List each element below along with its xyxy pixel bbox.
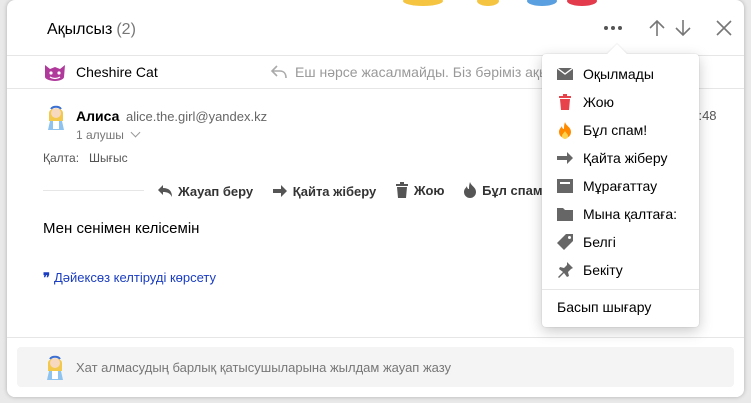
menu-item-label: Басып шығару [557,299,652,315]
divider [43,190,144,191]
close-icon [716,20,732,36]
trash-icon [395,182,408,198]
menu-item-move-to-folder[interactable]: Мына қалтаға: [542,200,699,228]
arrow-up-icon [649,19,665,36]
forward-arrow-icon [557,152,573,164]
folder-info: Қалта: Шығыс [43,151,128,165]
show-quote-link[interactable]: ❞ Дәйексөз келтіруді көрсету [43,270,216,286]
trash-icon [559,94,571,110]
more-button[interactable] [601,16,625,40]
reply-button[interactable]: Жауап беру [157,184,253,199]
quick-reply-area: Хат алмасудың барлық қатысушыларына жылд… [7,339,744,397]
menu-item-label: Бекіту [583,262,623,278]
next-message-button[interactable] [671,16,695,40]
show-quote-label: Дәйексөз келтіруді көрсету [54,270,217,285]
menu-item-mark-unread[interactable]: Оқылмады [542,60,699,88]
reply-label: Жауап беру [178,183,254,199]
cheshire-cat-avatar [45,65,65,81]
recipients-toggle[interactable]: 1 алушы [76,127,141,142]
spam-label: Бұл спам! [482,182,547,198]
more-icon [604,26,622,30]
menu-item-label: Мұрағаттау [583,178,658,194]
mail-thread-window: Ақылсыз (2) Cheshire Cat Еш нәрсе жасалма… [7,0,744,397]
menu-item-spam[interactable]: Бұл спам! [542,116,699,144]
menu-item-label: Бұл спам! [583,122,648,138]
menu-item-pin[interactable]: Бекіту [542,256,699,284]
message-sender-email[interactable]: alice.the.girl@yandex.kz [126,109,267,124]
quote-icon: ❞ [43,270,50,285]
menu-item-label: Жою [583,94,615,110]
chevron-down-icon [130,127,141,138]
message-body: Мен сенімен келісемін [43,220,200,237]
menu-item-print[interactable]: Басып шығару [542,296,699,320]
more-actions-menu: Оқылмады Жою Бұл спам! Қайта жіберу Мұра… [542,44,699,327]
fire-icon [464,182,477,198]
delete-label: Жою [413,182,445,198]
message-actions: Жауап беру Қайта жіберу Жою Бұл спам! [157,182,562,202]
folder-icon [557,208,573,221]
recipients-count: 1 алушы [76,128,124,142]
forward-arrow-icon [272,185,287,197]
menu-item-label: Қайта жіберу [583,150,668,166]
pin-icon [558,262,573,278]
forward-button[interactable]: Қайта жіберу [272,184,376,199]
reply-icon [270,65,287,79]
thread-message-count: (2) [116,21,136,38]
tag-icon [557,234,573,250]
spam-button[interactable]: Бұл спам! [463,182,547,198]
delete-button[interactable]: Жою [395,182,445,198]
envelope-icon [556,67,574,80]
menu-item-label: Оқылмады [583,66,654,82]
menu-item-delete[interactable]: Жою [542,88,699,116]
previous-message-button[interactable] [645,16,669,40]
thread-title: Ақылсыз (2) [47,21,136,39]
thread-title-text: Ақылсыз [47,21,113,38]
folder-value[interactable]: Шығыс [89,151,128,165]
menu-item-label-tag[interactable]: Белгі [542,228,699,256]
archive-icon [557,179,573,193]
reply-icon [158,185,172,197]
menu-divider [542,289,699,290]
collapsed-sender: Cheshire Cat [76,64,158,80]
quick-reply-placeholder: Хат алмасудың барлық қатысушыларына жылд… [76,360,452,375]
thread-header: Ақылсыз (2) [7,0,744,56]
menu-item-archive[interactable]: Мұрағаттау [542,172,699,200]
arrow-down-icon [675,20,691,37]
menu-item-label: Белгі [583,234,616,250]
message-sender[interactable]: Алиса [76,108,119,124]
forward-label: Қайта жіберу [292,183,377,199]
fire-icon [559,122,571,139]
alice-avatar [48,105,64,130]
folder-label: Қалта: [43,151,80,165]
menu-item-label: Мына қалтаға: [583,206,678,222]
menu-item-forward[interactable]: Қайта жіберу [542,144,699,172]
close-button[interactable] [712,16,736,40]
alice-avatar [47,355,63,380]
quick-reply-field[interactable]: Хат алмасудың барлық қатысушыларына жылд… [17,347,734,387]
